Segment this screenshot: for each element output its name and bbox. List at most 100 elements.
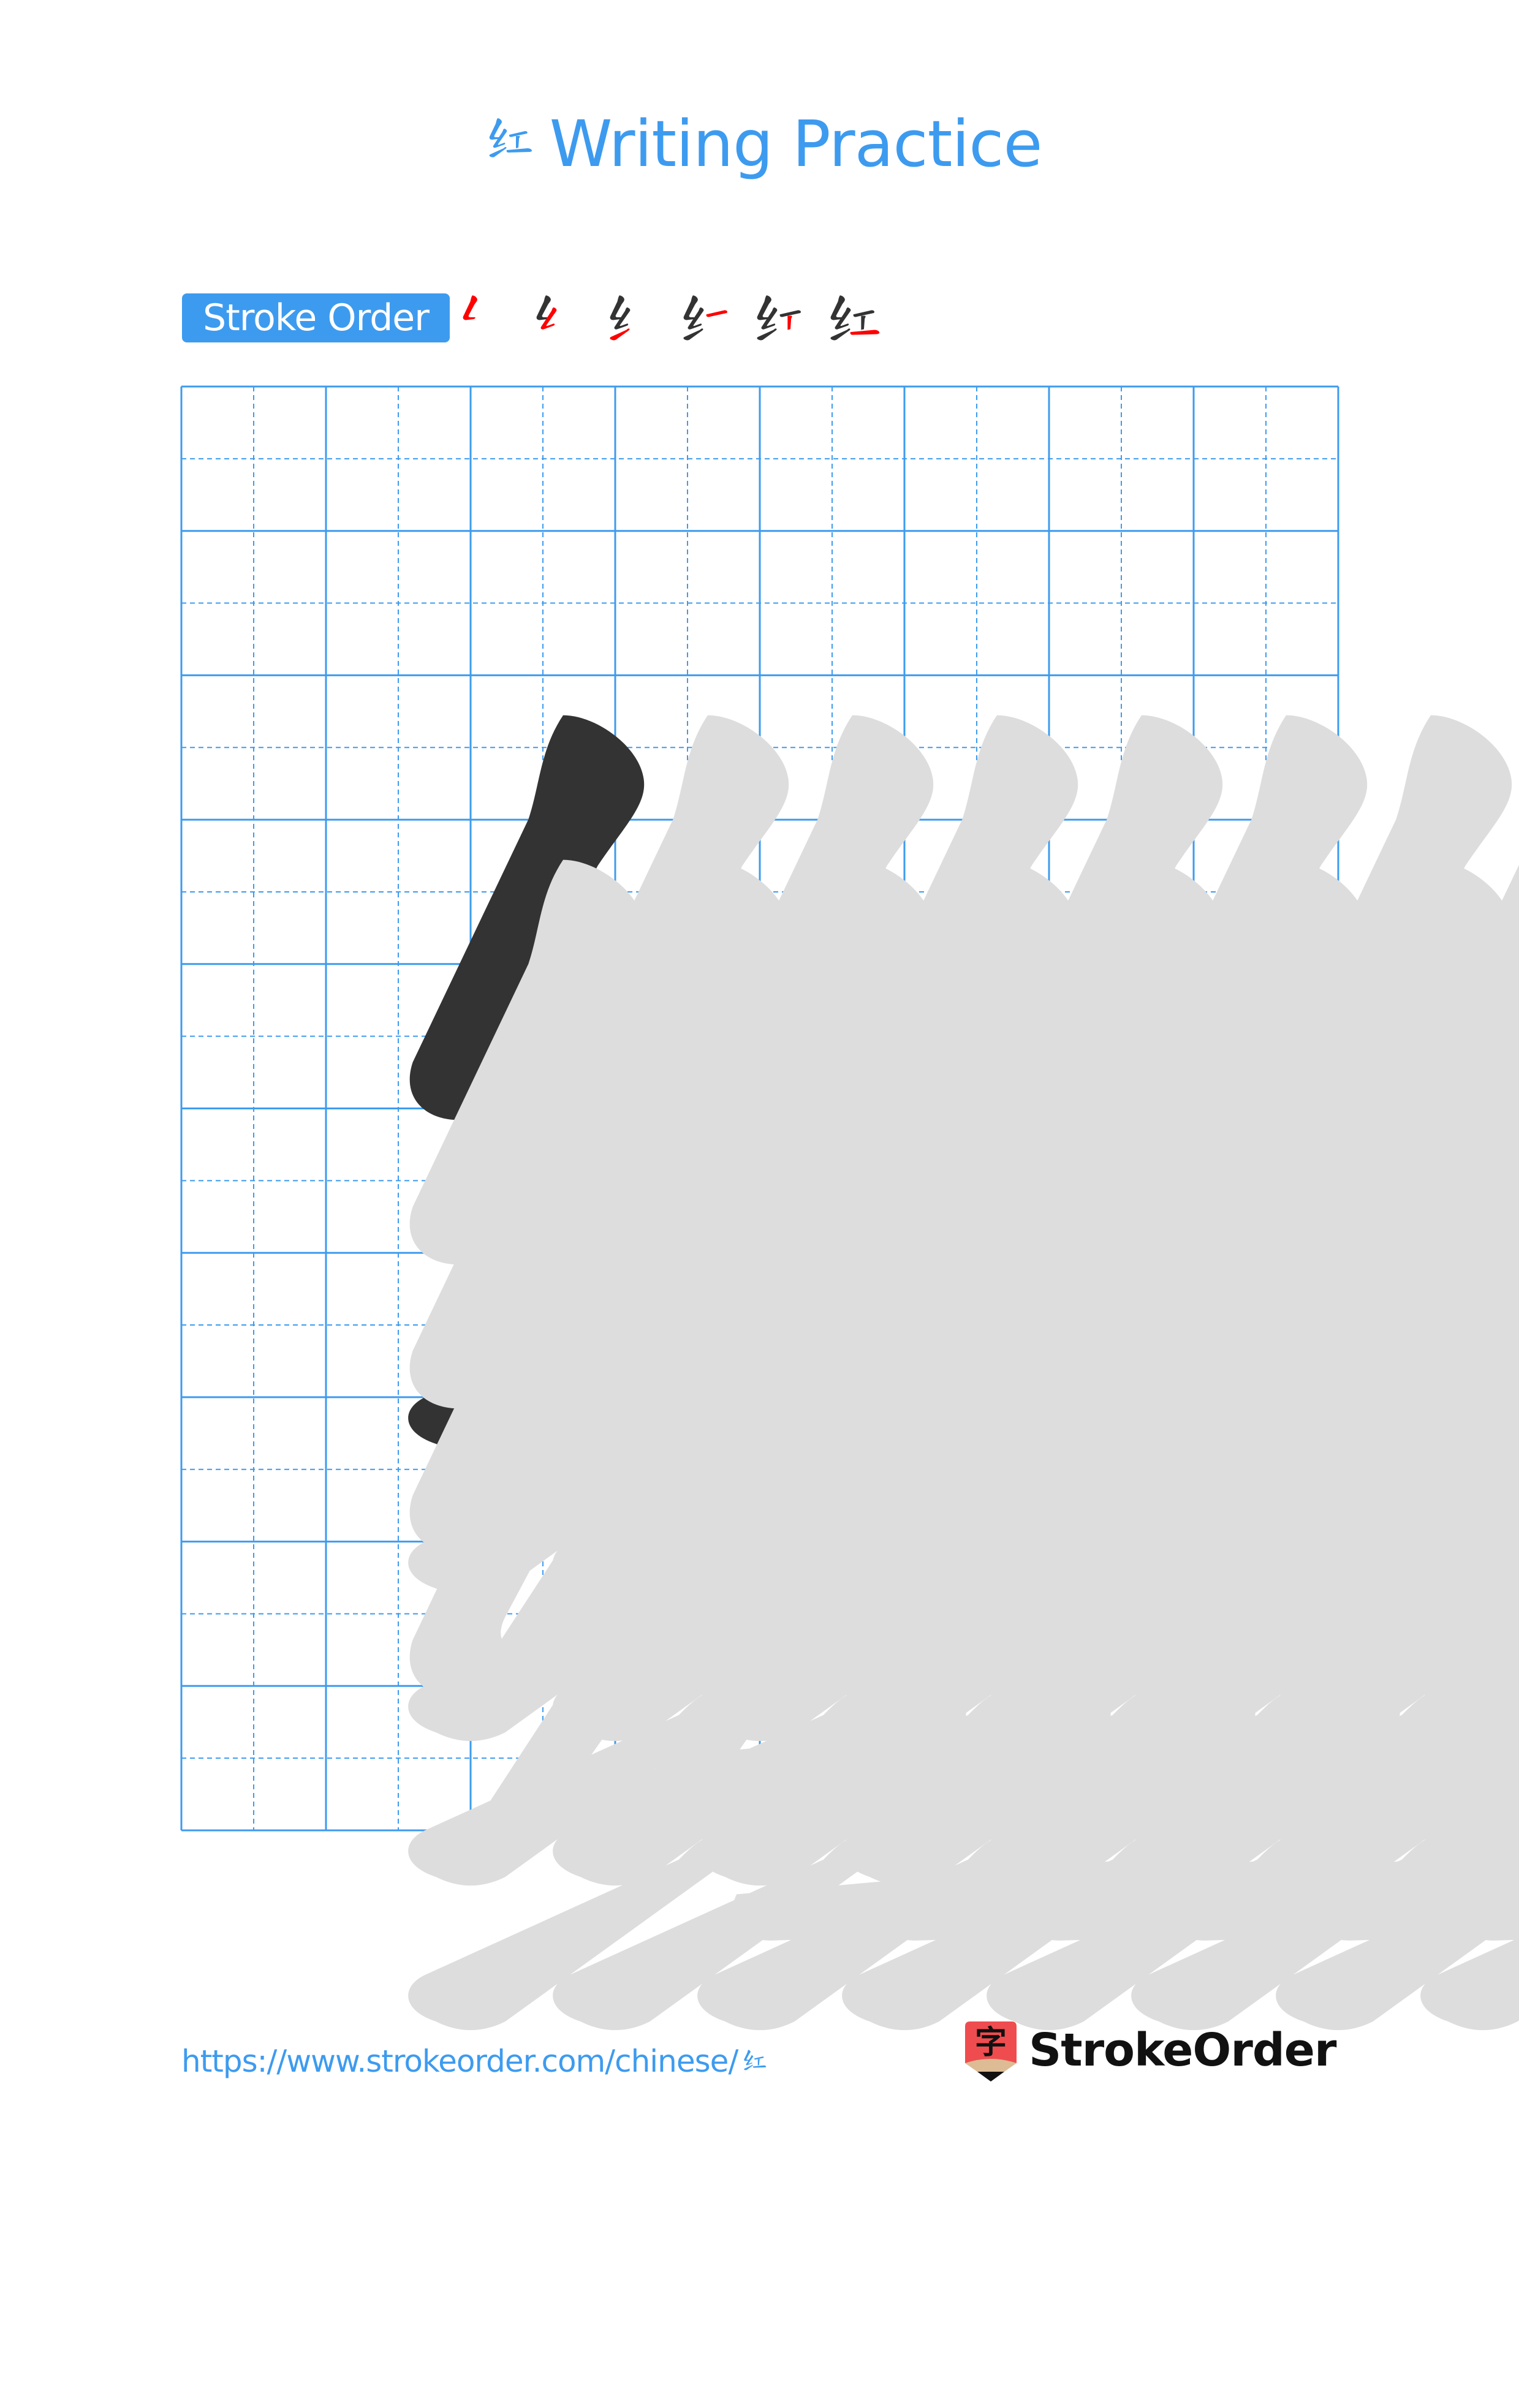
- trace-character-cell[interactable]: [1194, 387, 1519, 1453]
- trace-character-cell[interactable]: [615, 675, 1519, 1742]
- trace-character-cell[interactable]: [326, 531, 1356, 1597]
- empty-practice-cell[interactable]: [181, 1109, 326, 1253]
- empty-practice-cell[interactable]: [326, 1686, 471, 1830]
- stroke-6: [506, 148, 532, 153]
- trace-character-cell[interactable]: [471, 820, 1501, 1886]
- trace-character-cell[interactable]: [904, 675, 1519, 1742]
- trace-character-cell[interactable]: [904, 964, 1519, 2030]
- empty-practice-cell[interactable]: [760, 1542, 904, 1686]
- trace-character-cell[interactable]: [181, 820, 1211, 1886]
- empty-practice-cell[interactable]: [181, 1253, 326, 1397]
- stroke-4: [706, 310, 727, 317]
- trace-character-cell[interactable]: [181, 675, 1211, 1742]
- empty-practice-cell[interactable]: [904, 1397, 1049, 1542]
- trace-character-cell[interactable]: [615, 531, 1519, 1597]
- trace-character-cell[interactable]: [760, 531, 1519, 1597]
- empty-practice-cell[interactable]: [1049, 1542, 1194, 1686]
- trace-character-cell[interactable]: [615, 387, 1519, 1453]
- trace-character-cell[interactable]: [904, 820, 1519, 1886]
- trace-character-cell[interactable]: [615, 964, 1519, 2030]
- empty-practice-cell[interactable]: [1194, 1253, 1338, 1397]
- trace-character-cell[interactable]: [1049, 820, 1519, 1886]
- empty-practice-cell[interactable]: [760, 1397, 904, 1542]
- trace-character-cell[interactable]: [1049, 531, 1519, 1597]
- stroke-5: [787, 315, 792, 330]
- logo-glyph: 字: [975, 2025, 1007, 2061]
- empty-practice-cell[interactable]: [760, 1253, 904, 1397]
- empty-practice-cell[interactable]: [181, 1542, 326, 1686]
- empty-practice-cell[interactable]: [1194, 1686, 1338, 1830]
- trace-character-cell[interactable]: [1049, 387, 1519, 1453]
- empty-practice-cell[interactable]: [471, 1109, 615, 1253]
- stroke-6: [753, 2065, 767, 2068]
- trace-character-cell[interactable]: [471, 387, 1501, 1453]
- trace-character-cell[interactable]: [181, 531, 1211, 1597]
- empty-practice-cell[interactable]: [1049, 1109, 1194, 1253]
- trace-character-cell[interactable]: [1194, 820, 1519, 1886]
- model-character-cell[interactable]: [181, 387, 1211, 1453]
- title-text: Writing Practice: [549, 107, 1043, 181]
- empty-practice-cell[interactable]: [471, 1253, 615, 1397]
- empty-practice-cell[interactable]: [904, 1253, 1049, 1397]
- trace-character-cell[interactable]: [326, 964, 1356, 2030]
- trace-character-cell[interactable]: [181, 964, 1211, 2030]
- trace-character-cell[interactable]: [326, 675, 1356, 1742]
- footer-url-text: https://www.strokeorder.com/chinese/: [181, 2044, 738, 2079]
- empty-practice-cell[interactable]: [760, 1109, 904, 1253]
- stroke-3: [489, 147, 507, 157]
- footer-url-character-glyph: [738, 2044, 770, 2078]
- trace-character-cell[interactable]: [1049, 675, 1519, 1742]
- title-character-glyph: [477, 102, 539, 176]
- trace-character-cell[interactable]: [326, 387, 1356, 1453]
- empty-practice-cell[interactable]: [615, 1542, 760, 1686]
- stroke-3: [683, 328, 703, 341]
- empty-practice-cell[interactable]: [471, 1397, 615, 1542]
- trace-character-cell[interactable]: [1049, 964, 1519, 2030]
- stroke-step-5: [753, 290, 809, 346]
- empty-practice-cell[interactable]: [760, 1686, 904, 1830]
- stroke-step-glyph: [536, 295, 557, 330]
- empty-practice-cell[interactable]: [904, 1109, 1049, 1253]
- empty-practice-cell[interactable]: [1049, 1397, 1194, 1542]
- empty-practice-cell[interactable]: [326, 1397, 471, 1542]
- empty-practice-cell[interactable]: [326, 1542, 471, 1686]
- trace-character-cell[interactable]: [471, 675, 1501, 1742]
- trace-character-cell[interactable]: [760, 964, 1519, 2030]
- trace-character-cell[interactable]: [326, 820, 1356, 1886]
- trace-character-cell[interactable]: [760, 675, 1519, 1742]
- trace-character-cell[interactable]: [471, 964, 1501, 2030]
- trace-character-cell[interactable]: [1194, 531, 1519, 1597]
- empty-practice-cell[interactable]: [615, 1109, 760, 1253]
- trace-character-cell[interactable]: [904, 531, 1519, 1597]
- empty-practice-cell[interactable]: [904, 1542, 1049, 1686]
- trace-character-cell[interactable]: [471, 531, 1501, 1597]
- trace-character-cell[interactable]: [760, 820, 1519, 1886]
- empty-practice-cell[interactable]: [615, 1686, 760, 1830]
- empty-practice-cell[interactable]: [1194, 1542, 1338, 1686]
- empty-practice-cell[interactable]: [1194, 1109, 1338, 1253]
- empty-practice-cell[interactable]: [471, 1686, 615, 1830]
- empty-practice-cell[interactable]: [326, 1109, 471, 1253]
- trace-character-cell[interactable]: [615, 820, 1519, 1886]
- trace-character-cell[interactable]: [760, 387, 1519, 1453]
- empty-practice-cell[interactable]: [471, 1542, 615, 1686]
- empty-practice-cell[interactable]: [1194, 1397, 1338, 1542]
- empty-practice-cell[interactable]: [181, 1686, 326, 1830]
- trace-character-cell[interactable]: [1194, 964, 1519, 2030]
- stroke-step-glyph: [463, 295, 477, 320]
- empty-practice-cell[interactable]: [1049, 1253, 1194, 1397]
- empty-practice-cell[interactable]: [615, 1253, 760, 1397]
- footer-url-link[interactable]: https://www.strokeorder.com/chinese/: [181, 2040, 770, 2083]
- empty-practice-cell[interactable]: [181, 1397, 326, 1542]
- stroke-3: [610, 328, 630, 341]
- empty-practice-cell[interactable]: [326, 1253, 471, 1397]
- stroke-step-glyph: [610, 295, 631, 341]
- trace-character-cell[interactable]: [1194, 675, 1519, 1742]
- empty-practice-cell[interactable]: [904, 1686, 1049, 1830]
- stroke-5: [758, 2059, 760, 2066]
- empty-practice-cell[interactable]: [615, 1397, 760, 1542]
- trace-character-cell[interactable]: [904, 387, 1519, 1453]
- empty-practice-cell[interactable]: [1049, 1686, 1194, 1830]
- stroke-step-6: [827, 290, 883, 346]
- stroke-3: [757, 328, 777, 341]
